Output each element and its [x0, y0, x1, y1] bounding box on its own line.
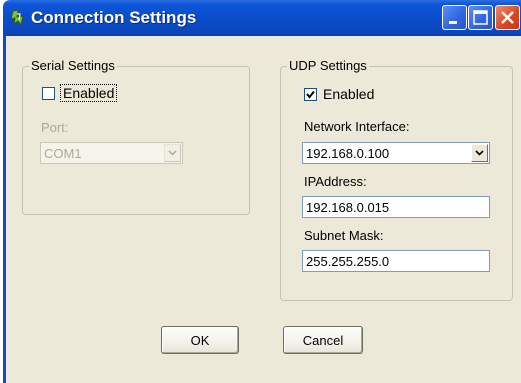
udp-enabled-checkbox[interactable]: [304, 87, 317, 101]
checkmark-icon: [306, 90, 315, 99]
ip-address-field[interactable]: 192.168.0.015: [302, 196, 490, 218]
network-interface-combobox[interactable]: 192.168.0.100: [302, 142, 490, 164]
close-icon: [501, 11, 514, 24]
chevron-down-icon: [168, 150, 177, 156]
serial-enabled-checkbox-row[interactable]: Enabled: [42, 84, 118, 102]
port-dropdown-button[interactable]: [164, 144, 181, 162]
app-icon: [9, 8, 29, 28]
ip-address-value: 192.168.0.015: [306, 200, 390, 215]
udp-settings-legend: UDP Settings: [287, 58, 369, 73]
network-interface-dropdown-button[interactable]: [471, 144, 488, 162]
serial-settings-legend: Serial Settings: [29, 58, 117, 73]
close-button[interactable]: [495, 5, 520, 30]
serial-enabled-checkbox[interactable]: [42, 86, 55, 100]
dialog-client-area: Serial Settings Enabled Port: COM1 UDP S…: [3, 36, 521, 383]
port-label: Port:: [41, 120, 69, 135]
serial-enabled-label[interactable]: Enabled: [59, 84, 118, 102]
ok-button[interactable]: OK: [161, 326, 239, 354]
minimize-button[interactable]: [442, 5, 467, 30]
port-value: COM1: [44, 146, 82, 161]
cancel-button[interactable]: Cancel: [283, 326, 363, 354]
window-title: Connection Settings: [31, 8, 197, 27]
maximize-button[interactable]: [468, 5, 493, 30]
ip-address-label: IPAddress:: [304, 174, 367, 189]
subnet-mask-value: 255.255.255.0: [306, 254, 390, 269]
title-bar[interactable]: Connection Settings: [3, 0, 521, 36]
minimize-icon: [449, 21, 457, 24]
chevron-down-icon: [475, 150, 484, 156]
udp-settings-group: UDP Settings Enabled Network Interface: …: [280, 58, 513, 301]
subnet-mask-field[interactable]: 255.255.255.0: [302, 250, 490, 272]
network-interface-value: 192.168.0.100: [306, 146, 390, 161]
serial-settings-group: Serial Settings Enabled Port: COM1: [22, 58, 250, 215]
udp-enabled-label[interactable]: Enabled: [323, 86, 374, 102]
connection-settings-window: Connection Settings Serial Settings Enab…: [3, 0, 521, 383]
udp-enabled-checkbox-row[interactable]: Enabled: [304, 86, 374, 102]
maximize-icon: [473, 10, 488, 25]
subnet-mask-label: Subnet Mask:: [304, 228, 384, 243]
network-interface-label: Network Interface:: [304, 119, 410, 134]
port-combobox[interactable]: COM1: [40, 142, 183, 164]
